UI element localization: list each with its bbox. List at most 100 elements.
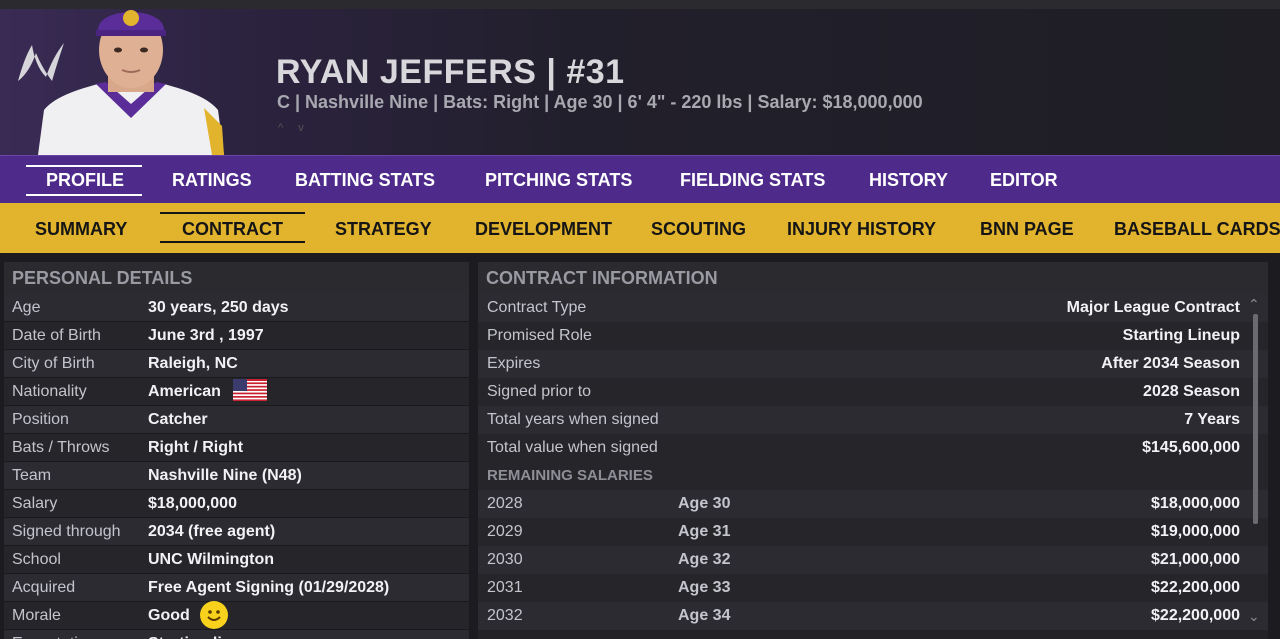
detail-value: American [148, 383, 221, 400]
contract-row-expires: Expires After 2034 Season [478, 350, 1268, 378]
detail-value: Raleigh, NC [148, 355, 238, 372]
detail-label: Bats / Throws [12, 439, 110, 456]
salary-age: Age 30 [678, 495, 731, 512]
salary-age: Age 32 [678, 551, 731, 568]
detail-label: Date of Birth [12, 327, 101, 344]
primary-tab-bar: PROFILE RATINGS BATTING STATS PITCHING S… [0, 155, 1280, 203]
salary-age: Age 33 [678, 579, 731, 596]
contract-label: Contract Type [487, 299, 587, 316]
contract-row-total-years: Total years when signed 7 Years [478, 406, 1268, 434]
salary-amount: $22,200,000 [1151, 579, 1240, 596]
top-strip [0, 0, 1280, 9]
subtab-bnn-page[interactable]: BNN PAGE [980, 203, 1074, 253]
scroll-thumb[interactable] [1253, 314, 1258, 524]
salary-amount: $19,000,000 [1151, 523, 1240, 540]
personal-details-title: PERSONAL DETAILS [4, 262, 469, 294]
salary-row: 2031 Age 33 $22,200,000 [478, 574, 1268, 602]
salary-year: 2032 [487, 607, 523, 624]
tab-batting-stats[interactable]: BATTING STATS [295, 156, 435, 204]
tab-ratings[interactable]: RATINGS [172, 156, 252, 204]
salary-amount: $21,000,000 [1151, 551, 1240, 568]
detail-label: City of Birth [12, 355, 95, 372]
detail-row-acquired: Acquired Free Agent Signing (01/29/2028) [4, 574, 469, 602]
salary-row: 2028 Age 30 $18,000,000 [478, 490, 1268, 518]
contract-information-title: CONTRACT INFORMATION [478, 262, 1268, 294]
detail-row-age: Age 30 years, 250 days [4, 294, 469, 322]
salary-year: 2030 [487, 551, 523, 568]
detail-label: Salary [12, 495, 58, 512]
detail-label: Team [12, 467, 52, 484]
contract-value: Major League Contract [1066, 299, 1240, 316]
contract-row-signed-prior-to: Signed prior to 2028 Season [478, 378, 1268, 406]
salary-row: 2032 Age 34 $22,200,000 [478, 602, 1268, 630]
detail-value-wrap: American [148, 378, 268, 406]
remaining-salaries-heading: REMAINING SALARIES [478, 462, 1268, 490]
subtab-development[interactable]: DEVELOPMENT [475, 203, 612, 253]
personal-details-panel: PERSONAL DETAILS Age 30 years, 250 days … [4, 262, 469, 639]
detail-row-bats-throws: Bats / Throws Right / Right [4, 434, 469, 462]
detail-value: $18,000,000 [148, 495, 237, 512]
contract-value: 7 Years [1184, 411, 1240, 428]
detail-label: Expectations [12, 630, 104, 639]
contract-value: Starting Lineup [1122, 327, 1240, 344]
salary-row: 2030 Age 32 $21,000,000 [478, 546, 1268, 574]
contract-label: Signed prior to [487, 383, 592, 400]
salary-age: Age 31 [678, 523, 731, 540]
contract-row-total-value: Total value when signed $145,600,000 [478, 434, 1268, 462]
detail-value: 30 years, 250 days [148, 299, 289, 316]
subtab-strategy[interactable]: STRATEGY [335, 203, 432, 253]
contract-label: Total value when signed [487, 439, 658, 456]
detail-value: Starting lineup [148, 630, 260, 639]
detail-value: 2034 (free agent) [148, 523, 276, 540]
detail-value-wrap: Good [148, 601, 229, 630]
tab-pitching-stats[interactable]: PITCHING STATS [485, 156, 632, 204]
contract-value: $145,600,000 [1142, 439, 1240, 456]
detail-label: Position [12, 411, 69, 428]
detail-label: Acquired [12, 579, 76, 596]
subtab-summary[interactable]: SUMMARY [35, 203, 127, 253]
smiley-face-icon [200, 601, 229, 629]
subtab-injury-history[interactable]: INJURY HISTORY [787, 203, 936, 253]
salary-age: Age 34 [678, 607, 731, 624]
contract-scrollbar[interactable]: ⌃ ⌄ [1248, 296, 1260, 639]
tab-fielding-stats[interactable]: FIELDING STATS [680, 156, 825, 204]
detail-label: Nationality [12, 383, 87, 400]
salary-year: 2029 [487, 523, 523, 540]
subtab-contract[interactable]: CONTRACT [160, 203, 305, 253]
detail-value: Catcher [148, 411, 208, 428]
detail-row-school: School UNC Wilmington [4, 546, 469, 574]
subtab-scouting[interactable]: SCOUTING [651, 203, 746, 253]
detail-row-morale: Morale Good [4, 601, 469, 630]
tab-profile[interactable]: PROFILE [25, 156, 143, 204]
detail-value: Right / Right [148, 439, 244, 456]
secondary-tab-bar: SUMMARY CONTRACT STRATEGY DEVELOPMENT SC… [0, 203, 1280, 253]
detail-value: Good [148, 607, 190, 625]
detail-row-signed-through: Signed through 2034 (free agent) [4, 518, 469, 546]
contract-value: 2028 Season [1143, 383, 1240, 400]
player-header: RYAN JEFFERS | #31 C | Nashville Nine | … [0, 9, 1280, 155]
salary-amount: $18,000,000 [1151, 495, 1240, 512]
detail-value: UNC Wilmington [148, 551, 275, 568]
player-name: RYAN JEFFERS | #31 [276, 53, 625, 91]
detail-row-dob: Date of Birth June 3rd , 1997 [4, 322, 469, 350]
salary-year: 2031 [487, 579, 523, 596]
us-flag-icon [233, 378, 268, 401]
contract-information-panel: CONTRACT INFORMATION Contract Type Major… [478, 262, 1268, 639]
tab-editor[interactable]: EDITOR [990, 156, 1058, 204]
player-meta: C | Nashville Nine | Bats: Right | Age 3… [277, 92, 923, 112]
detail-value[interactable]: Nashville Nine (N48) [148, 462, 302, 490]
detail-row-salary: Salary $18,000,000 [4, 490, 469, 518]
scroll-up-icon[interactable]: ⌃ [1248, 296, 1260, 313]
detail-label: Age [12, 299, 41, 316]
player-nav-arrows[interactable]: ^ v [278, 122, 310, 134]
subtab-baseball-cards[interactable]: BASEBALL CARDS [1114, 203, 1280, 253]
tab-history[interactable]: HISTORY [869, 156, 948, 204]
contract-row-type: Contract Type Major League Contract [478, 294, 1268, 322]
detail-value: Free Agent Signing (01/29/2028) [148, 579, 390, 596]
scroll-down-icon[interactable]: ⌄ [1248, 608, 1260, 625]
contract-row-promised-role: Promised Role Starting Lineup [478, 322, 1268, 350]
salary-year: 2028 [487, 495, 523, 512]
detail-row-expectations: Expectations Starting lineup [4, 630, 469, 639]
detail-row-position: Position Catcher [4, 406, 469, 434]
detail-row-city-of-birth: City of Birth Raleigh, NC [4, 350, 469, 378]
